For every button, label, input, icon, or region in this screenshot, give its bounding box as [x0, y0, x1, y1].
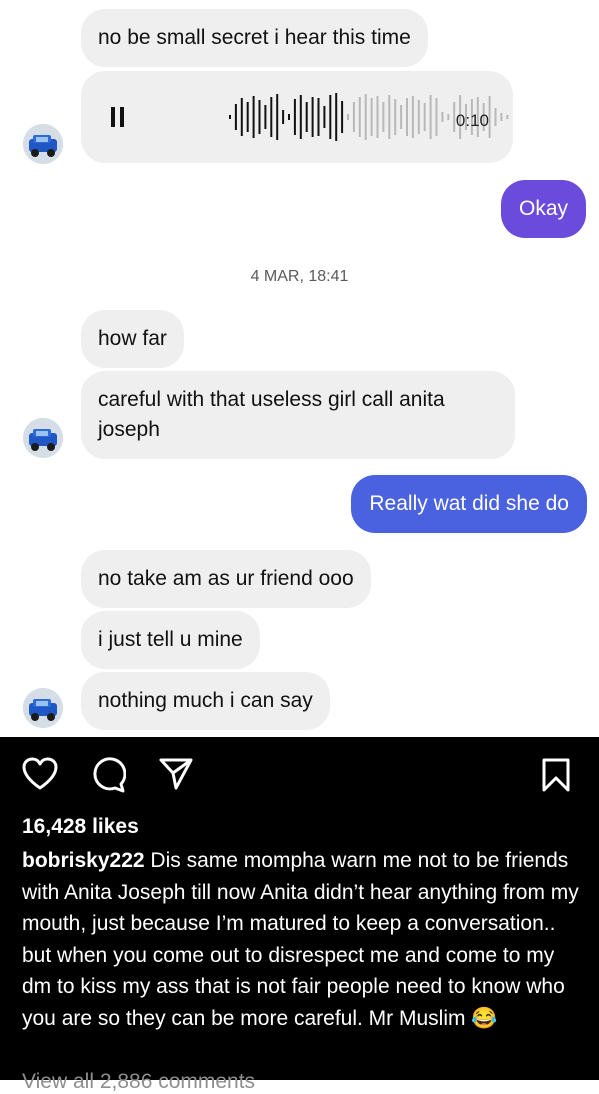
waveform-bar — [376, 96, 379, 138]
waveform-bar — [317, 98, 320, 136]
message-text: careful with that useless girl call anit… — [98, 388, 445, 441]
waveform-bar — [270, 97, 273, 137]
incoming-message[interactable]: i just tell u mine — [81, 611, 260, 669]
waveform-bar — [394, 99, 397, 135]
incoming-message[interactable]: no be small secret i hear this time — [81, 9, 428, 67]
message-text: how far — [98, 327, 167, 350]
waveform-bar — [264, 105, 267, 129]
waveform-bar — [347, 114, 349, 120]
message-text: Okay — [518, 197, 568, 220]
waveform-bar — [435, 98, 438, 136]
instagram-post-footer: 16,428 likes bobrisky222 Dis same mompha… — [0, 737, 599, 1093]
message-text: i just tell u mine — [98, 628, 243, 651]
waveform-bar — [299, 95, 302, 139]
waveform-bar — [311, 97, 314, 137]
comment-icon[interactable] — [90, 757, 126, 793]
message-text: nothing much i can say — [98, 689, 313, 712]
voice-duration: 0:10 — [455, 111, 489, 130]
outgoing-message[interactable]: Really wat did she do — [351, 475, 587, 533]
message-text: no take am as ur friend ooo — [98, 567, 354, 590]
incoming-message[interactable]: no take am as ur friend ooo — [81, 550, 371, 608]
avatar[interactable] — [23, 418, 63, 458]
waveform-bar — [506, 115, 509, 119]
waveform-bar — [382, 102, 385, 132]
waveform-bar — [429, 95, 432, 139]
waveform-bar — [234, 104, 237, 130]
waveform-bar — [276, 94, 279, 140]
waveform-bar — [400, 105, 403, 129]
avatar[interactable] — [23, 124, 63, 164]
waveform-bar — [500, 113, 503, 121]
avatar[interactable] — [23, 688, 63, 728]
waveform-bar — [370, 98, 373, 136]
waveform-bar — [288, 114, 290, 120]
waveform-bar — [229, 115, 231, 119]
waveform-bar — [417, 100, 420, 134]
message-text: Really wat did she do — [369, 492, 569, 515]
likes-count[interactable]: 16,428 likes — [22, 815, 139, 839]
waveform-bar — [388, 95, 391, 139]
incoming-message[interactable]: nothing much i can say — [81, 672, 330, 730]
waveform-bar — [453, 102, 456, 132]
caption-text: Dis same mompha warn me not to be friend… — [22, 849, 579, 1030]
heart-icon[interactable] — [22, 757, 58, 791]
waveform-bar — [411, 96, 414, 138]
incoming-message[interactable]: careful with that useless girl call anit… — [81, 371, 515, 459]
waveform-bar — [406, 98, 408, 136]
caption-username[interactable]: bobrisky222 — [22, 849, 145, 872]
waveform-bar — [335, 93, 338, 141]
bookmark-icon[interactable] — [541, 757, 571, 793]
outgoing-message[interactable]: Okay — [500, 180, 586, 238]
waveform-bar — [329, 95, 332, 139]
waveform-bar — [423, 103, 426, 131]
pause-icon[interactable] — [111, 107, 125, 127]
incoming-message[interactable]: how far — [81, 310, 184, 368]
waveform-bar — [246, 102, 249, 132]
waveform-bar — [305, 102, 308, 132]
waveform-bar — [240, 98, 243, 136]
waveform-bar — [364, 94, 367, 140]
waveform-bar — [441, 112, 444, 122]
waveform-bar — [352, 102, 355, 132]
waveform-bar — [447, 114, 450, 120]
waveform-bar — [358, 97, 361, 137]
view-all-comments-link[interactable]: View all 2,886 comments — [22, 1070, 255, 1094]
waveform-bar — [252, 96, 255, 138]
waveform-bar — [323, 106, 326, 128]
waveform-bar — [494, 108, 497, 126]
post-caption: bobrisky222 Dis same mompha warn me not … — [22, 845, 588, 1034]
share-icon[interactable] — [158, 757, 194, 791]
waveform-bar — [282, 110, 285, 124]
chat-thread: no be small secret i hear this time 0:10… — [0, 0, 599, 737]
message-text: no be small secret i hear this time — [98, 26, 411, 49]
voice-message[interactable]: 0:10 — [81, 71, 513, 163]
waveform-bar — [341, 101, 344, 133]
waveform-bar — [258, 100, 261, 134]
waveform-bar — [293, 99, 296, 135]
chat-timestamp: 4 MAR, 18:41 — [250, 268, 349, 285]
